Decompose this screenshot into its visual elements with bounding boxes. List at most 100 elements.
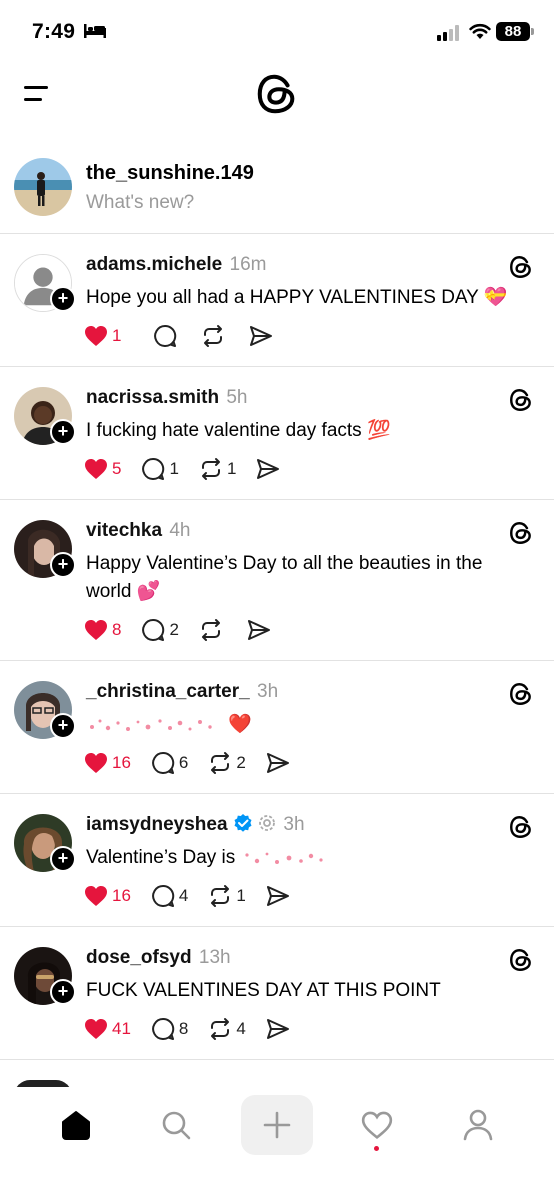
share-button[interactable]	[266, 885, 290, 907]
repost-icon	[201, 458, 220, 480]
follow-plus-button[interactable]: +	[50, 286, 76, 312]
post-timestamp: 3h	[257, 681, 279, 702]
post-header: vitechka 4h	[86, 520, 190, 542]
threads-logo-icon[interactable]	[508, 254, 534, 280]
follow-plus-button[interactable]: +	[50, 979, 76, 1005]
cellular-signal-icon	[437, 25, 459, 41]
heart-icon	[85, 1019, 107, 1039]
post-username[interactable]: adams.michele	[86, 254, 222, 275]
wifi-icon	[469, 23, 491, 39]
follow-plus-button[interactable]: +	[50, 846, 76, 872]
reply-count: 1	[169, 459, 179, 478]
follow-plus-button[interactable]: +	[50, 419, 76, 445]
follow-plus-button[interactable]: +	[50, 552, 76, 578]
threads-logo-icon[interactable]	[508, 681, 534, 707]
share-button[interactable]	[266, 1018, 290, 1040]
share-button[interactable]	[249, 325, 273, 347]
like-count: 5	[112, 459, 122, 478]
post-text: ❤️	[86, 711, 526, 739]
repost-button[interactable]	[199, 618, 227, 642]
post-text-content: Valentine’s Day is	[86, 847, 236, 868]
like-count: 8	[112, 620, 122, 639]
like-button[interactable]: 8	[84, 619, 121, 641]
share-button[interactable]	[256, 458, 280, 480]
post-timestamp: 13h	[198, 947, 231, 968]
reply-button[interactable]: 8	[151, 1017, 188, 1041]
comment-icon	[142, 618, 165, 641]
reply-count: 4	[178, 886, 189, 905]
repost-icon	[211, 1018, 230, 1040]
repost-button[interactable]: 1	[208, 884, 246, 908]
repost-button[interactable]: 4	[208, 1017, 246, 1041]
profile-icon	[463, 1109, 493, 1141]
post-username[interactable]: dose_ofsyd	[86, 947, 192, 968]
thread-post[interactable]: + dose_ofsyd 13h FUCK VALENTINES DAY AT …	[0, 927, 554, 1060]
tab-search[interactable]	[140, 1095, 212, 1155]
post-emoji: 💯	[366, 420, 391, 441]
thread-post[interactable]: + nacrissa.smith 5h I fucking hate valen…	[0, 367, 554, 500]
post-text: Happy Valentine’s Day to all the beautie…	[86, 550, 526, 606]
post-header: adams.michele 16m	[86, 254, 267, 276]
reply-button[interactable]: 2	[141, 618, 179, 642]
share-button[interactable]	[266, 752, 290, 774]
heart-icon	[361, 1111, 393, 1139]
whats-new-input[interactable]: What's new?	[86, 192, 194, 214]
sleep-focus-icon	[84, 24, 106, 38]
search-icon	[162, 1111, 191, 1140]
repost-count: 4	[236, 1019, 246, 1038]
menu-icon[interactable]	[24, 84, 50, 104]
share-button[interactable]	[247, 619, 271, 641]
tab-profile[interactable]	[442, 1095, 514, 1155]
repost-icon	[211, 885, 230, 907]
verified-badge-icon	[234, 814, 252, 833]
follow-plus-button[interactable]: +	[50, 713, 76, 739]
like-count: 16	[112, 753, 131, 772]
like-count: 41	[112, 1019, 131, 1038]
repost-button[interactable]	[201, 324, 229, 348]
repost-button[interactable]: 2	[208, 751, 246, 775]
comment-icon	[152, 751, 175, 774]
thread-post[interactable]: + iamsydneyshea 3h Valentine’s Day is 16…	[0, 794, 554, 927]
threads-logo-icon[interactable]	[254, 70, 300, 118]
thread-post[interactable]: + vitechka 4h Happy Valentine’s Day to a…	[0, 500, 554, 661]
post-username[interactable]: vitechka	[86, 520, 162, 541]
thread-post[interactable]: + _christina_carter_ 3h ❤️ 16 6 2	[0, 661, 554, 794]
threads-logo-icon[interactable]	[508, 387, 534, 413]
threads-logo-icon[interactable]	[508, 814, 534, 840]
like-button[interactable]: 16	[84, 752, 131, 774]
hearts-sticker	[90, 719, 212, 731]
post-text-content: I fucking hate valentine day facts	[86, 420, 362, 441]
post-username[interactable]: nacrissa.smith	[86, 387, 219, 408]
like-button[interactable]: 41	[84, 1018, 131, 1040]
reply-button[interactable]: 1	[141, 457, 179, 481]
new-thread-composer[interactable]: the_sunshine.149 What's new?	[0, 148, 554, 234]
repost-icon	[204, 325, 223, 347]
like-button[interactable]: 16	[84, 885, 131, 907]
like-button[interactable]: 1	[84, 325, 121, 347]
heart-icon	[85, 886, 107, 906]
reply-count: 8	[178, 1019, 189, 1038]
like-count: 16	[112, 886, 131, 905]
comment-icon	[154, 324, 177, 347]
post-timestamp: 16m	[229, 254, 267, 275]
like-button[interactable]: 5	[84, 458, 121, 480]
tab-create[interactable]	[241, 1095, 313, 1155]
repost-icon	[211, 752, 230, 774]
threads-logo-icon[interactable]	[508, 947, 534, 973]
send-icon	[250, 326, 273, 346]
repost-count: 2	[236, 753, 246, 772]
reply-button[interactable]: 4	[151, 884, 188, 908]
send-icon	[257, 459, 280, 479]
post-username[interactable]: iamsydneyshea	[86, 814, 228, 835]
send-icon	[266, 886, 289, 906]
avatar	[14, 158, 72, 216]
post-text: I fucking hate valentine day facts 💯	[86, 417, 526, 445]
tab-home[interactable]	[40, 1095, 112, 1155]
hearts-sticker	[244, 852, 323, 864]
reply-button[interactable]	[153, 324, 181, 348]
thread-post[interactable]: + adams.michele 16m Hope you all had a H…	[0, 234, 554, 367]
repost-button[interactable]: 1	[199, 457, 236, 481]
threads-logo-icon[interactable]	[508, 520, 534, 546]
reply-button[interactable]: 6	[151, 751, 188, 775]
post-username[interactable]: _christina_carter_	[86, 681, 250, 702]
